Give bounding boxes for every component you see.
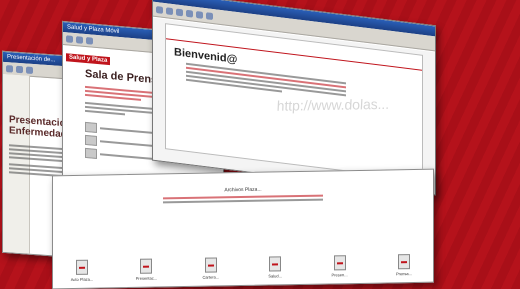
forward-icon[interactable] xyxy=(76,35,83,44)
document-icon xyxy=(269,256,282,272)
address-title: Archivos Plaza... xyxy=(224,186,262,194)
file-item[interactable]: Presen... xyxy=(327,255,353,277)
stop-icon[interactable] xyxy=(176,8,183,16)
site-logo: Salud y Plaza xyxy=(66,53,111,66)
url-watermark: http://www.dolas... xyxy=(275,95,391,114)
document-icon xyxy=(204,257,217,273)
file-item[interactable]: Cartera... xyxy=(198,257,224,280)
document-icon xyxy=(140,258,153,274)
file-list: Acto Plaza... Presentac... Cartera... Sa… xyxy=(69,254,417,282)
file-item[interactable]: Prensa... xyxy=(391,254,417,276)
document-icon xyxy=(76,259,88,275)
refresh-icon[interactable] xyxy=(186,9,193,18)
file-item[interactable]: Presentac... xyxy=(133,258,159,281)
home-icon[interactable] xyxy=(196,10,203,19)
back-icon[interactable] xyxy=(66,34,73,43)
refresh-icon[interactable] xyxy=(86,36,93,45)
file-item[interactable]: Salud... xyxy=(262,256,288,279)
forward-icon[interactable] xyxy=(16,65,23,73)
home-icon[interactable] xyxy=(26,65,33,74)
address-block: Archivos Plaza... xyxy=(53,184,433,206)
back-icon[interactable] xyxy=(6,64,13,73)
document-icon xyxy=(333,255,346,271)
window-bottom: Archivos Plaza... Acto Plaza... Presenta… xyxy=(52,168,434,289)
file-item[interactable]: Acto Plaza... xyxy=(69,259,95,282)
search-icon[interactable] xyxy=(206,11,213,20)
document-icon xyxy=(397,254,410,270)
welcome-card: Bienvenid@ http://www.dolas... xyxy=(165,23,423,181)
forward-icon[interactable] xyxy=(166,6,173,15)
back-icon[interactable] xyxy=(156,5,163,14)
